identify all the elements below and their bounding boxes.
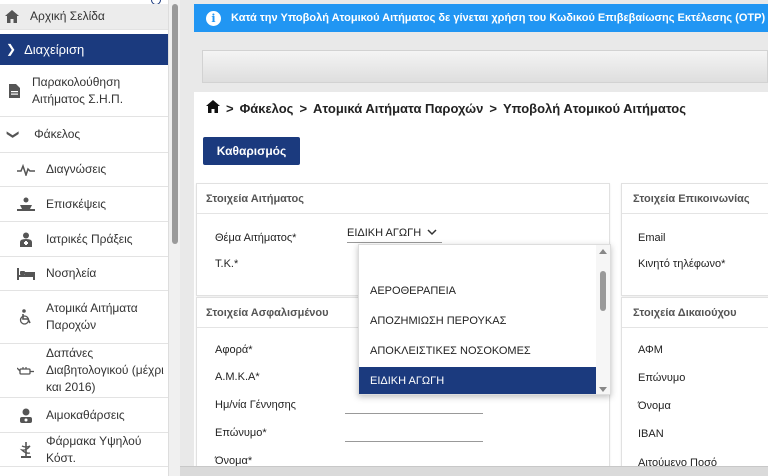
doctor-icon bbox=[16, 231, 36, 247]
field-label-iban: IBAN bbox=[638, 428, 664, 440]
field-label-mobile: Κινητό τηλέφωνο* bbox=[638, 258, 726, 270]
scroll-down-icon[interactable] bbox=[599, 387, 607, 392]
info-banner: i Κατά την Υποβολή Ατομικού Αιτήματος δε… bbox=[194, 4, 768, 32]
sidebar-item-label: Ιατρικές Πράξεις bbox=[46, 231, 133, 246]
request-subject-dropdown[interactable]: ΑΕΡΟΘΕΡΑΠΕΙΑ ΑΠΟΖΗΜΙΩΣΗ ΠΕΡΟΥΚΑΣ ΑΠΟΚΛΕΙ… bbox=[358, 244, 611, 395]
beneficiary-details-panel: Στοιχεία Δικαιούχου ΑΦΜ Επώνυμο Όνομα IB… bbox=[621, 297, 768, 476]
breadcrumb-item: Υποβολή Ατομικού Αιτήματος bbox=[502, 100, 686, 116]
field-label-name: Όνομα bbox=[638, 400, 671, 412]
divider bbox=[622, 213, 768, 214]
select-underline bbox=[347, 242, 442, 243]
birthdate-input[interactable] bbox=[345, 413, 483, 414]
syringe-icon bbox=[16, 363, 36, 379]
visit-icon bbox=[16, 196, 36, 212]
sidebar-item-folder[interactable]: ❯ Φάκελος bbox=[0, 117, 168, 153]
sidebar-item-label: Φάρμακα Υψηλού Κόστ. bbox=[46, 433, 142, 465]
surname-input[interactable] bbox=[345, 441, 483, 442]
toolbar-strip bbox=[202, 50, 768, 83]
divider bbox=[622, 327, 768, 328]
tk-label: Τ.Κ.* bbox=[215, 258, 239, 270]
scrollbar-thumb[interactable] bbox=[600, 271, 606, 311]
sidebar-item-label: Διαχείριση bbox=[24, 42, 85, 57]
sidebar-item-label: Διαγνώσεις bbox=[46, 162, 107, 176]
document-icon bbox=[4, 83, 24, 99]
sidebar: Αρχική Σελίδα ❯ Διαχείριση Παρακολούθηση… bbox=[0, 0, 180, 476]
scroll-up-icon[interactable] bbox=[599, 249, 607, 254]
sidebar-item-dialysis[interactable]: Αιμοκαθάρσεις bbox=[0, 398, 168, 433]
bed-icon bbox=[16, 266, 36, 282]
panel-title: Στοιχεία Δικαιούχου bbox=[633, 307, 737, 319]
contact-details-panel: Στοιχεία Επικοινωνίας Email Κινητό τηλέφ… bbox=[621, 183, 768, 296]
breadcrumb-item[interactable]: Φάκελος bbox=[240, 101, 294, 116]
sidebar-list: Αρχική Σελίδα ❯ Διαχείριση Παρακολούθηση… bbox=[0, 0, 168, 476]
breadcrumb: > Φάκελος > Ατομικά Αιτήματα Παροχών > Υ… bbox=[206, 100, 686, 116]
select-value: ΕΙΔΙΚΗ ΑΓΩΓΗ bbox=[347, 227, 422, 239]
clear-button[interactable]: Καθαρισμός bbox=[203, 137, 300, 165]
info-icon: i bbox=[206, 10, 221, 26]
sidebar-item-label: Φάκελος bbox=[34, 127, 81, 141]
sidebar-item-label: Νοσηλεία bbox=[46, 266, 97, 280]
breadcrumb-separator: > bbox=[489, 100, 497, 116]
sidebar-item-label: Αιμοκαθάρσεις bbox=[46, 407, 125, 422]
field-label-email: Email bbox=[638, 232, 666, 244]
dropdown-option[interactable]: ΑΕΡΟΘΕΡΑΠΕΙΑ bbox=[359, 277, 597, 305]
scrollbar-thumb[interactable] bbox=[172, 4, 178, 244]
sidebar-item-visits[interactable]: Επισκέψεις bbox=[0, 187, 168, 222]
home-icon bbox=[2, 9, 22, 25]
chevron-down-icon: ❯ bbox=[6, 42, 17, 56]
field-label-concerns: Αφορά* bbox=[215, 344, 253, 356]
request-subject-select[interactable]: ΕΙΔΙΚΗ ΑΓΩΓΗ bbox=[347, 227, 437, 239]
main-content: i Κατά την Υποβολή Ατομικού Αιτήματος δε… bbox=[180, 0, 768, 476]
wheelchair-icon bbox=[16, 309, 36, 325]
panel-title: Στοιχεία Ασφαλισμένου bbox=[206, 307, 329, 319]
sidebar-item-home[interactable]: Αρχική Σελίδα bbox=[0, 4, 168, 30]
heartbeat-icon bbox=[16, 162, 36, 178]
divider bbox=[197, 213, 609, 214]
dropdown-option-selected[interactable]: ΕΙΔΙΚΗ ΑΓΩΓΗ bbox=[359, 367, 597, 394]
horizontal-scrollbar[interactable] bbox=[180, 466, 768, 476]
sidebar-item-high-cost-drugs[interactable]: Φάρμακα Υψηλού Κόστ. bbox=[0, 433, 168, 467]
breadcrumb-item[interactable]: Ατομικά Αιτήματα Παροχών bbox=[313, 101, 483, 116]
sidebar-item-label: Αρχική Σελίδα bbox=[30, 9, 105, 23]
sidebar-scrollbar[interactable] bbox=[168, 0, 180, 476]
subject-label: Θέμα Αιτήματος* bbox=[215, 232, 297, 244]
pharmacy-icon bbox=[16, 441, 36, 458]
dropdown-option[interactable]: ΑΠΟΖΗΜΙΩΣΗ ΠΕΡΟΥΚΑΣ bbox=[359, 307, 597, 335]
dropdown-scrollbar[interactable] bbox=[596, 245, 610, 394]
sidebar-item-label: Δαπάνες Διαβητολογικού (μέχρι και 2016) bbox=[46, 346, 164, 394]
chevron-down-icon bbox=[427, 227, 437, 239]
sidebar-item-label: Ατομικά Αιτήματα Παροχών bbox=[46, 301, 138, 332]
sidebar-item-track-request[interactable]: Παρακολούθηση Αιτήματος Σ.Η.Π. bbox=[0, 65, 168, 117]
sidebar-item-individual-requests[interactable]: Ατομικά Αιτήματα Παροχών bbox=[0, 291, 168, 344]
chevron-down-icon: ❯ bbox=[6, 129, 21, 140]
home-icon[interactable] bbox=[206, 100, 220, 116]
field-label-afm: ΑΦΜ bbox=[638, 344, 663, 356]
panel-title: Στοιχεία Επικοινωνίας bbox=[633, 193, 750, 205]
sidebar-item-medical-acts[interactable]: Ιατρικές Πράξεις bbox=[0, 222, 168, 257]
dropdown-option[interactable]: ΑΠΟΚΛΕΙΣΤΙΚΕΣ ΝΟΣΟΚΟΜΕΣ bbox=[359, 337, 597, 365]
dialysis-icon bbox=[16, 407, 36, 423]
form-card: > Φάκελος > Ατομικά Αιτήματα Παροχών > Υ… bbox=[194, 92, 768, 476]
sidebar-item-label: Παρακολούθηση Αιτήματος Σ.Η.Π. bbox=[32, 74, 124, 106]
banner-text: Κατά την Υποβολή Ατομικού Αιτήματος δε γ… bbox=[231, 12, 766, 24]
field-label-amka: Α.Μ.Κ.Α* bbox=[215, 371, 260, 383]
sidebar-item-label: Επισκέψεις bbox=[46, 196, 107, 211]
sidebar-item-diagnoses[interactable]: Διαγνώσεις bbox=[0, 153, 168, 187]
sidebar-item-management[interactable]: ❯ Διαχείριση bbox=[0, 34, 168, 65]
sidebar-item-diabetes-costs[interactable]: Δαπάνες Διαβητολογικού (μέχρι και 2016) bbox=[0, 344, 168, 398]
sidebar-item-hospitalization[interactable]: Νοσηλεία bbox=[0, 257, 168, 291]
breadcrumb-separator: > bbox=[299, 100, 308, 116]
field-label-surname: Επώνυμο* bbox=[215, 427, 267, 439]
field-label-birthdate: Ημ/νία Γέννησης bbox=[215, 399, 296, 411]
breadcrumb-separator: > bbox=[226, 100, 234, 116]
panel-title: Στοιχεία Αιτήματος bbox=[206, 193, 304, 205]
field-label-surname: Επώνυμο bbox=[638, 372, 686, 384]
